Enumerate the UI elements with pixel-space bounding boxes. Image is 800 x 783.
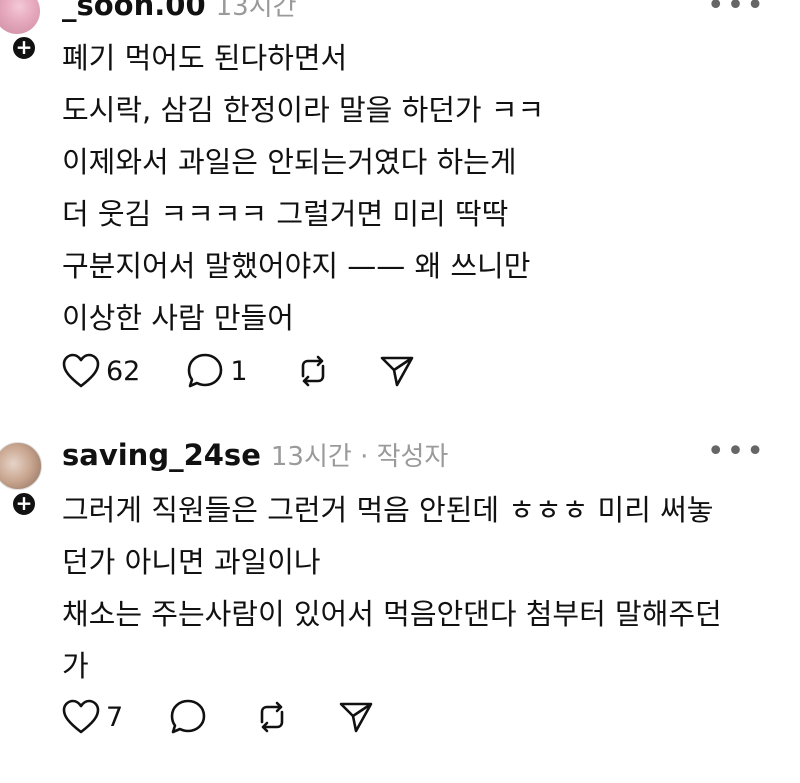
post-header: saving_24se 13시간 · 작성자 <box>62 436 448 476</box>
username[interactable]: saving_24se <box>62 438 261 472</box>
post-time: 13시간 · 작성자 <box>270 442 449 472</box>
avatar-container: + <box>0 0 44 62</box>
like-button[interactable]: 7 <box>62 699 123 735</box>
send-icon <box>380 356 413 387</box>
post-text-line: 가 <box>62 649 89 683</box>
heart-icon <box>62 699 100 734</box>
post-text-line: 이제와서 과일은 안되는거였다 하는게 <box>62 145 517 179</box>
post-body: 그러게 직원들은 그런거 먹음 안된데 ㅎㅎㅎ 미리 써놓 던가 아니면 과일이… <box>62 484 772 692</box>
avatar[interactable] <box>0 0 40 34</box>
action-bar: 62 1 <box>62 348 462 394</box>
reply-button[interactable]: 1 <box>186 352 248 390</box>
more-options-icon[interactable]: ••• <box>707 434 766 469</box>
like-count: 62 <box>106 355 141 387</box>
follow-plus-icon[interactable]: + <box>10 34 38 62</box>
post-text-line: 채소는 주는사람이 있어서 먹음안댄다 첨부터 말해주던 <box>62 597 722 631</box>
post-text-line: 구분지어서 말했어야지 —— 왜 쓰니만 <box>62 249 531 283</box>
more-options-icon[interactable]: ••• <box>707 0 766 23</box>
heart-icon <box>62 353 100 388</box>
post-header: _soon.00 13시간 <box>62 0 297 26</box>
avatar[interactable] <box>0 442 42 490</box>
repost-button[interactable] <box>253 698 291 736</box>
post-text-line: 이상한 사람 만들어 <box>62 301 294 335</box>
post-text-line: 던가 아니면 과일이나 <box>62 545 321 579</box>
repost-button[interactable] <box>294 352 332 390</box>
action-bar: 7 <box>62 694 421 740</box>
post-text-line: 더 웃김 ㅋㅋㅋㅋ 그럴거면 미리 딱딱 <box>62 197 509 231</box>
repost-icon <box>260 701 284 733</box>
send-icon <box>339 702 373 733</box>
username[interactable]: _soon.00 <box>62 0 206 22</box>
reply-button[interactable] <box>169 698 207 736</box>
avatar-container: + <box>0 432 44 518</box>
like-count: 7 <box>106 701 124 733</box>
share-button[interactable] <box>337 698 375 736</box>
follow-plus-icon[interactable]: + <box>10 490 38 518</box>
comment-icon <box>170 699 206 734</box>
like-button[interactable]: 62 <box>62 353 140 389</box>
post-time: 13시간 <box>215 0 297 22</box>
post-text-line: 그러게 직원들은 그런거 먹음 안된데 ㅎㅎㅎ 미리 써놓 <box>62 493 714 527</box>
comment-icon <box>188 353 223 388</box>
reply-count: 1 <box>230 355 248 387</box>
post-text-line: 도시락, 삼김 한정이라 말을 하던가 ㅋㅋ <box>62 93 545 127</box>
repost-icon <box>301 355 324 387</box>
share-button[interactable] <box>378 352 416 390</box>
post-body: 폐기 먹어도 된다하면서 도시락, 삼김 한정이라 말을 하던가 ㅋㅋ 이제와서… <box>62 32 772 344</box>
post-text-line: 폐기 먹어도 된다하면서 <box>62 41 348 75</box>
